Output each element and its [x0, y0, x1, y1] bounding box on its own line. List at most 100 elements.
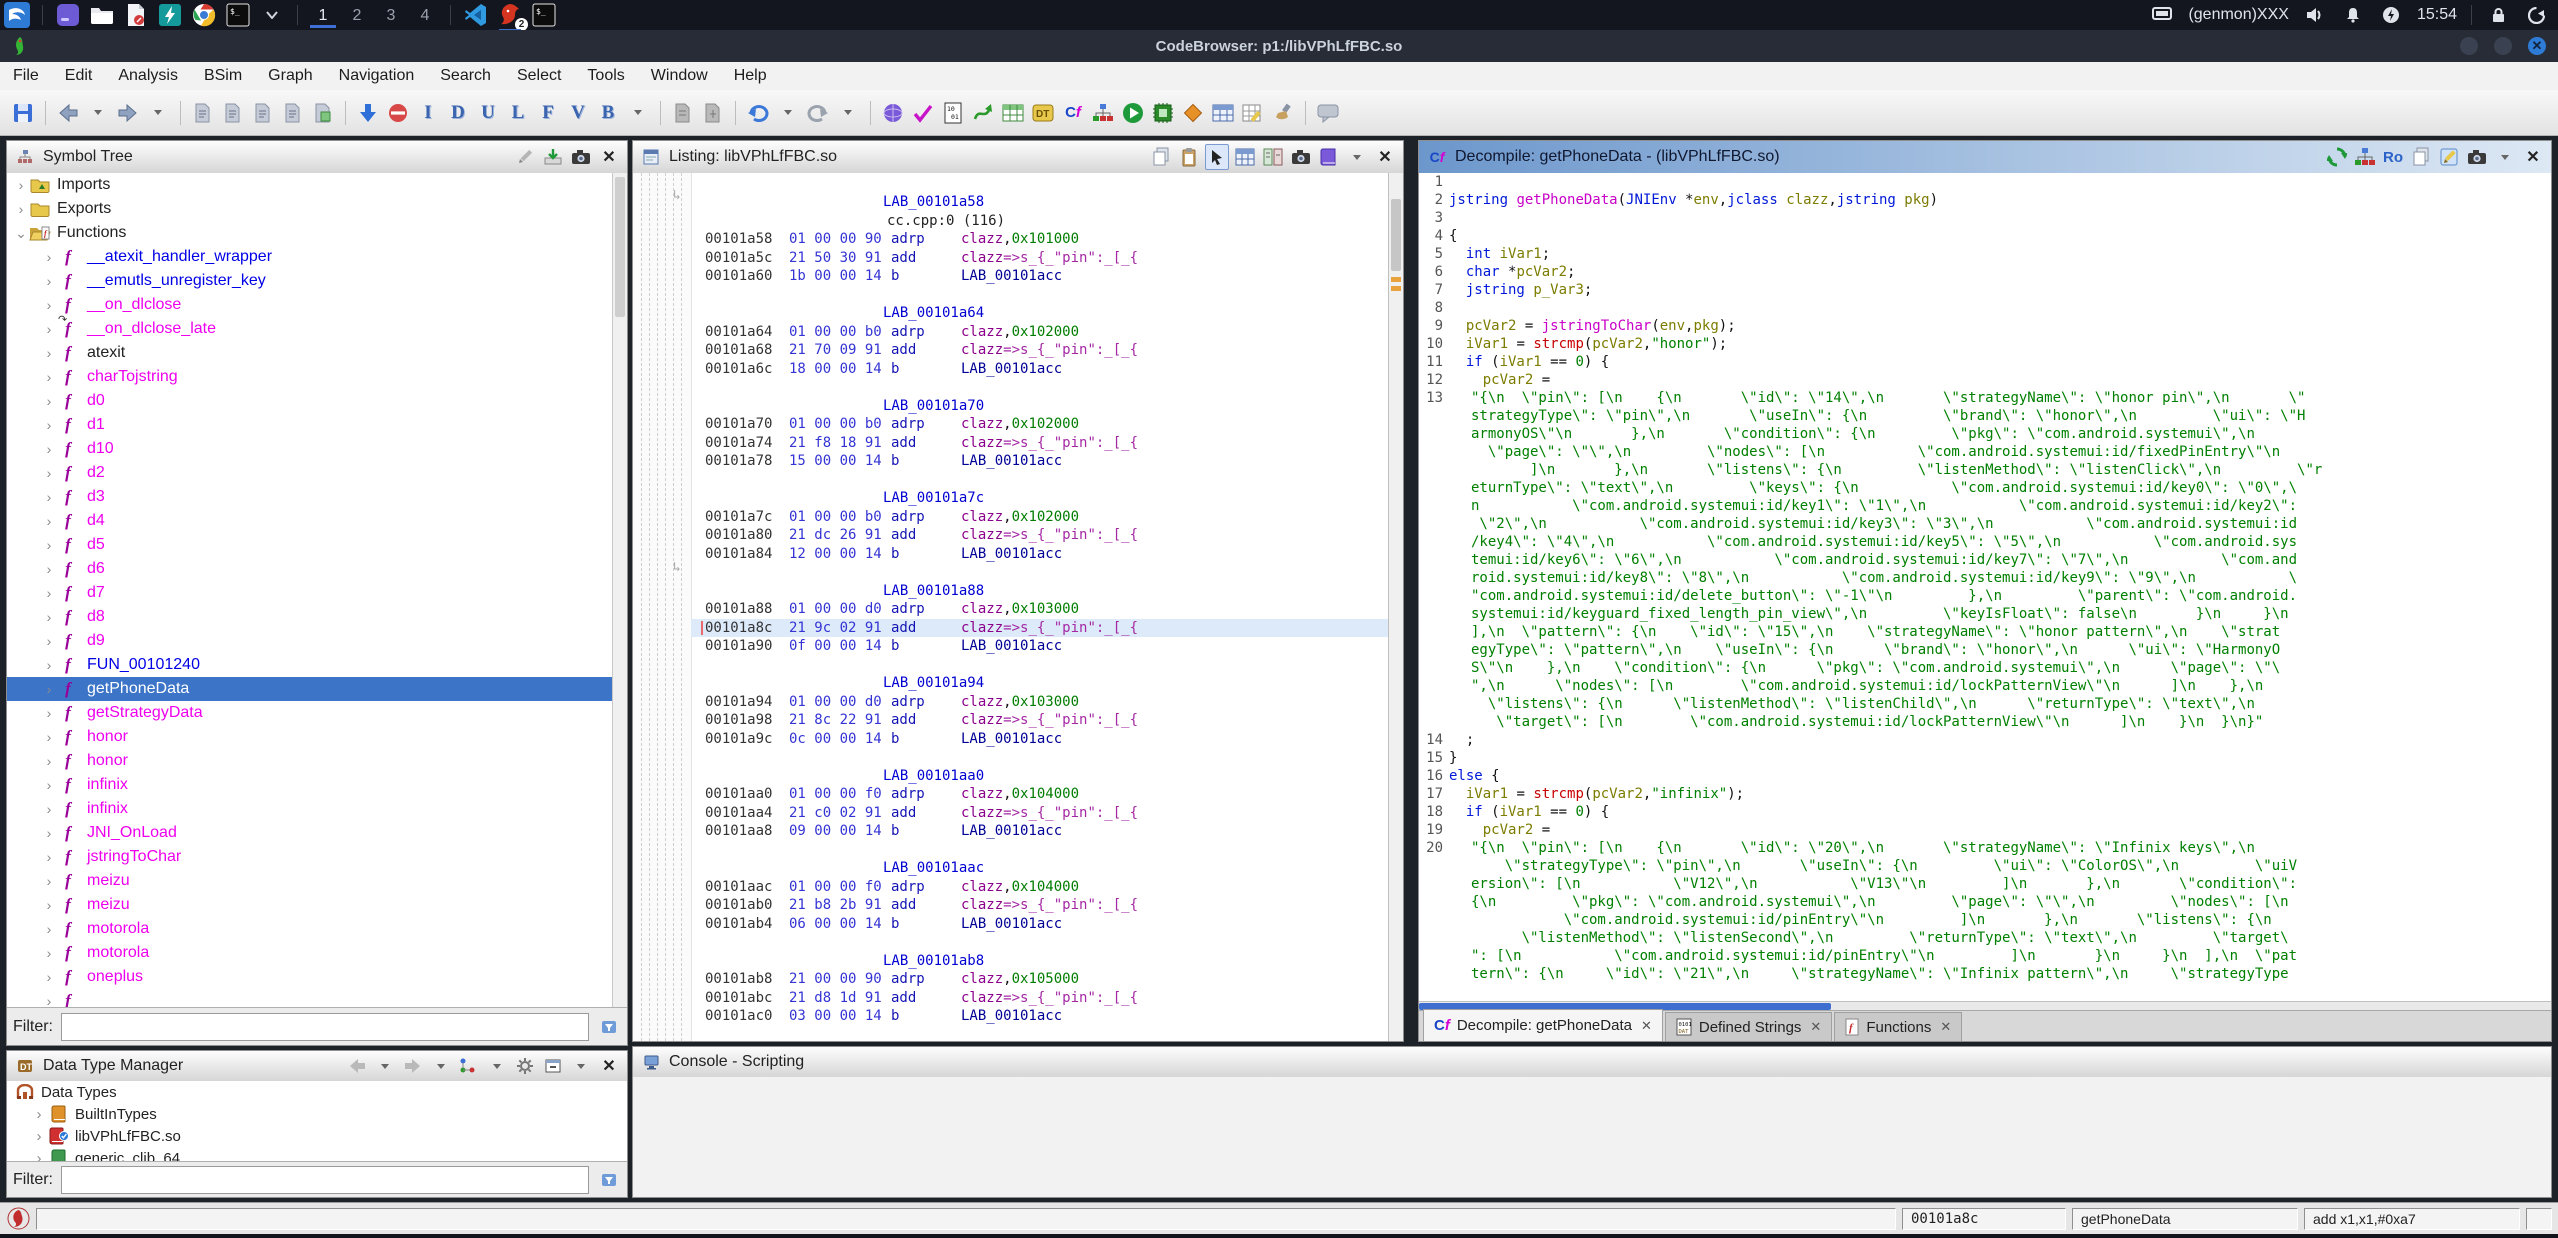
kali-menu-icon[interactable] [2, 1, 32, 29]
fwd-gray-icon[interactable] [401, 1054, 425, 1078]
lock-icon[interactable] [2486, 3, 2510, 27]
menu-search[interactable]: Search [427, 67, 504, 85]
function-item-infinix[interactable]: › f infinix [7, 773, 627, 797]
decompile-line-wrap[interactable]: S\"\n },\n \"condition\": {\n \"pkg\": \… [1419, 659, 2551, 677]
expander-icon[interactable]: › [41, 657, 57, 673]
function-item-d4[interactable]: › f d4 [7, 509, 627, 533]
decompile-line-wrap[interactable]: egyType\": \"pattern\",\n \"useIn\": {\n… [1419, 641, 2551, 659]
expander-icon[interactable]: › [41, 393, 57, 409]
menu-select[interactable]: Select [504, 67, 574, 85]
tab-decompile--getphonedata[interactable]: Cf Decompile: getPhoneData ✕ [1423, 1009, 1663, 1041]
merge-a-icon[interactable] [669, 99, 697, 127]
caretd-icon[interactable] [485, 1054, 509, 1078]
letter-L-icon[interactable]: L [504, 99, 532, 127]
expander-icon[interactable]: › [41, 633, 57, 649]
copy-block-icon[interactable] [189, 99, 217, 127]
expander-icon[interactable]: › [41, 345, 57, 361]
app-purple-icon[interactable] [53, 1, 83, 29]
function-item-FUN_00101240[interactable]: › f FUN_00101240 [7, 653, 627, 677]
expander-icon[interactable]: › [41, 921, 57, 937]
display-icon[interactable] [2150, 3, 2174, 27]
function-item-motorola[interactable]: › f motorola [7, 917, 627, 941]
menu-navigation[interactable]: Navigation [326, 67, 428, 85]
camera-icon[interactable] [569, 145, 593, 169]
listing-header[interactable]: Listing: libVPhLfFBC.so ✕ [633, 141, 1403, 174]
decompile-line-5[interactable]: 5 int iVar1; [1419, 245, 2551, 263]
function-item[interactable]: › f [7, 989, 627, 1007]
data-type-manager-header[interactable]: DT Data Type Manager ✕ [7, 1051, 627, 1082]
listing-row-00101ab8[interactable]: 00101ab8 21 00 00 90 adrp clazz,0x105000 [691, 970, 1389, 989]
expander-icon[interactable]: › [41, 369, 57, 385]
function-item-atexit[interactable]: › f atexit [7, 341, 627, 365]
copy-pages-icon[interactable] [1149, 145, 1173, 169]
expander-icon[interactable]: › [41, 321, 57, 337]
function-item-honor[interactable]: › f honor [7, 749, 627, 773]
fields-table-icon[interactable] [1233, 145, 1257, 169]
expander-icon[interactable]: › [41, 849, 57, 865]
pencil-icon[interactable] [513, 145, 537, 169]
expander-icon[interactable]: › [41, 441, 57, 457]
expander-icon[interactable]: › [41, 537, 57, 553]
expander-icon[interactable]: › [41, 825, 57, 841]
listing-row-00101ac0[interactable]: 00101ac0 03 00 00 14 b LAB_00101acc [691, 1007, 1389, 1026]
jump-green-icon[interactable] [969, 99, 997, 127]
function-item-meizu[interactable]: › f meizu [7, 893, 627, 917]
diff-view-icon[interactable] [1261, 145, 1285, 169]
power-manager-icon[interactable] [2379, 3, 2403, 27]
listing-row-00101a90[interactable]: 00101a90 0f 00 00 14 b LAB_00101acc [691, 637, 1389, 656]
terminal-icon[interactable]: $_ [223, 1, 253, 29]
dtm-filter-options-icon[interactable] [597, 1168, 621, 1192]
expander-icon[interactable]: › [41, 249, 57, 265]
diamond-orange-icon[interactable] [1179, 99, 1207, 127]
datatype-item-libvphlffbc-so[interactable]: › libVPhLfFBC.so [7, 1125, 627, 1147]
tab-close-icon[interactable]: ✕ [1641, 1018, 1652, 1034]
caretd-icon[interactable] [1345, 145, 1369, 169]
listing-label[interactable]: LAB_00101ab8 [691, 952, 1389, 971]
letter-I-icon[interactable]: I [414, 99, 442, 127]
decompile-line-20[interactable]: 20"{\n \"pin\": [\n {\n \"id\": \"20\",\… [1419, 839, 2551, 857]
tab-defined-strings[interactable]: 0101DAT Defined Strings ✕ [1665, 1012, 1832, 1041]
decompile-line-wrap[interactable]: "com.android.systemui:id/delete_button\"… [1419, 587, 2551, 605]
decompile-line-6[interactable]: 6 char *pcVar2; [1419, 263, 2551, 281]
expander-icon[interactable]: › [41, 489, 57, 505]
caretd-icon[interactable] [144, 99, 172, 127]
menu-bsim[interactable]: BSim [191, 67, 255, 85]
decompile-line-wrap[interactable]: /key4\": \"4\",\n \"com.android.systemui… [1419, 533, 2551, 551]
decompile-line-3[interactable]: 3 [1419, 209, 2551, 227]
camera-icon[interactable] [1289, 145, 1313, 169]
close-x-icon[interactable]: ✕ [597, 1054, 621, 1078]
ghidra-status-dragon-icon[interactable] [6, 1207, 30, 1231]
listing-row-00101a7c[interactable]: 00101a7c 01 00 00 b0 adrp clazz,0x102000 [691, 508, 1389, 527]
clock[interactable]: 15:54 [2417, 6, 2457, 24]
sphere-icon[interactable] [879, 99, 907, 127]
caretd-icon[interactable] [373, 1054, 397, 1078]
letter-U-icon[interactable]: U [474, 99, 502, 127]
bolt-app-icon[interactable] [155, 1, 185, 29]
console-body[interactable] [633, 1077, 2551, 1197]
terminal2-icon[interactable]: $_ [529, 1, 559, 29]
workspace-4[interactable]: 4 [408, 5, 442, 25]
listing-scrollbar[interactable] [1388, 173, 1403, 1041]
expander-icon[interactable]: › [31, 1128, 47, 1145]
cursor-tool-icon[interactable] [1205, 145, 1229, 169]
decompile-line-wrap[interactable]: \"listens\": {\n \"listenMethod\": \"lis… [1419, 695, 2551, 713]
decompile-line-wrap[interactable]: temui:id/key6\": \"6\",\n \"com.android.… [1419, 551, 2551, 569]
comment-bubble-icon[interactable] [1314, 99, 1342, 127]
listing-row-00101aa0[interactable]: 00101aa0 01 00 00 f0 adrp clazz,0x104000 [691, 785, 1389, 804]
tree-conf-icon[interactable] [457, 1054, 481, 1078]
caretd-icon[interactable] [624, 99, 652, 127]
tab-close-icon[interactable]: ✕ [1810, 1019, 1821, 1035]
expander-icon[interactable]: › [41, 297, 57, 313]
decompile-line-wrap[interactable]: systemui:id/keyguard_fixed_length_pin_vi… [1419, 605, 2551, 623]
check-mag-icon[interactable] [909, 99, 937, 127]
function-item-__emutls_unregister_key[interactable]: › f __emutls_unregister_key [7, 269, 627, 293]
function-item-meizu[interactable]: › f meizu [7, 869, 627, 893]
listing-row-00101aac[interactable]: 00101aac 01 00 00 f0 adrp clazz,0x104000 [691, 878, 1389, 897]
listing-row-00101a74[interactable]: 00101a74 21 f8 18 91 add clazz=>s_{_"pin… [691, 434, 1389, 453]
vscode-icon[interactable] [461, 1, 491, 29]
listing-row-00101a68[interactable]: 00101a68 21 70 09 91 add clazz=>s_{_"pin… [691, 341, 1389, 360]
listing-label[interactable]: LAB_00101a88 [691, 582, 1389, 601]
decompile-line-wrap[interactable]: {\n \"pkg\": \"com.android.systemui\",\n… [1419, 893, 2551, 911]
decompile-line-12[interactable]: 12 pcVar2 = [1419, 371, 2551, 389]
function-item-d7[interactable]: › f d7 [7, 581, 627, 605]
